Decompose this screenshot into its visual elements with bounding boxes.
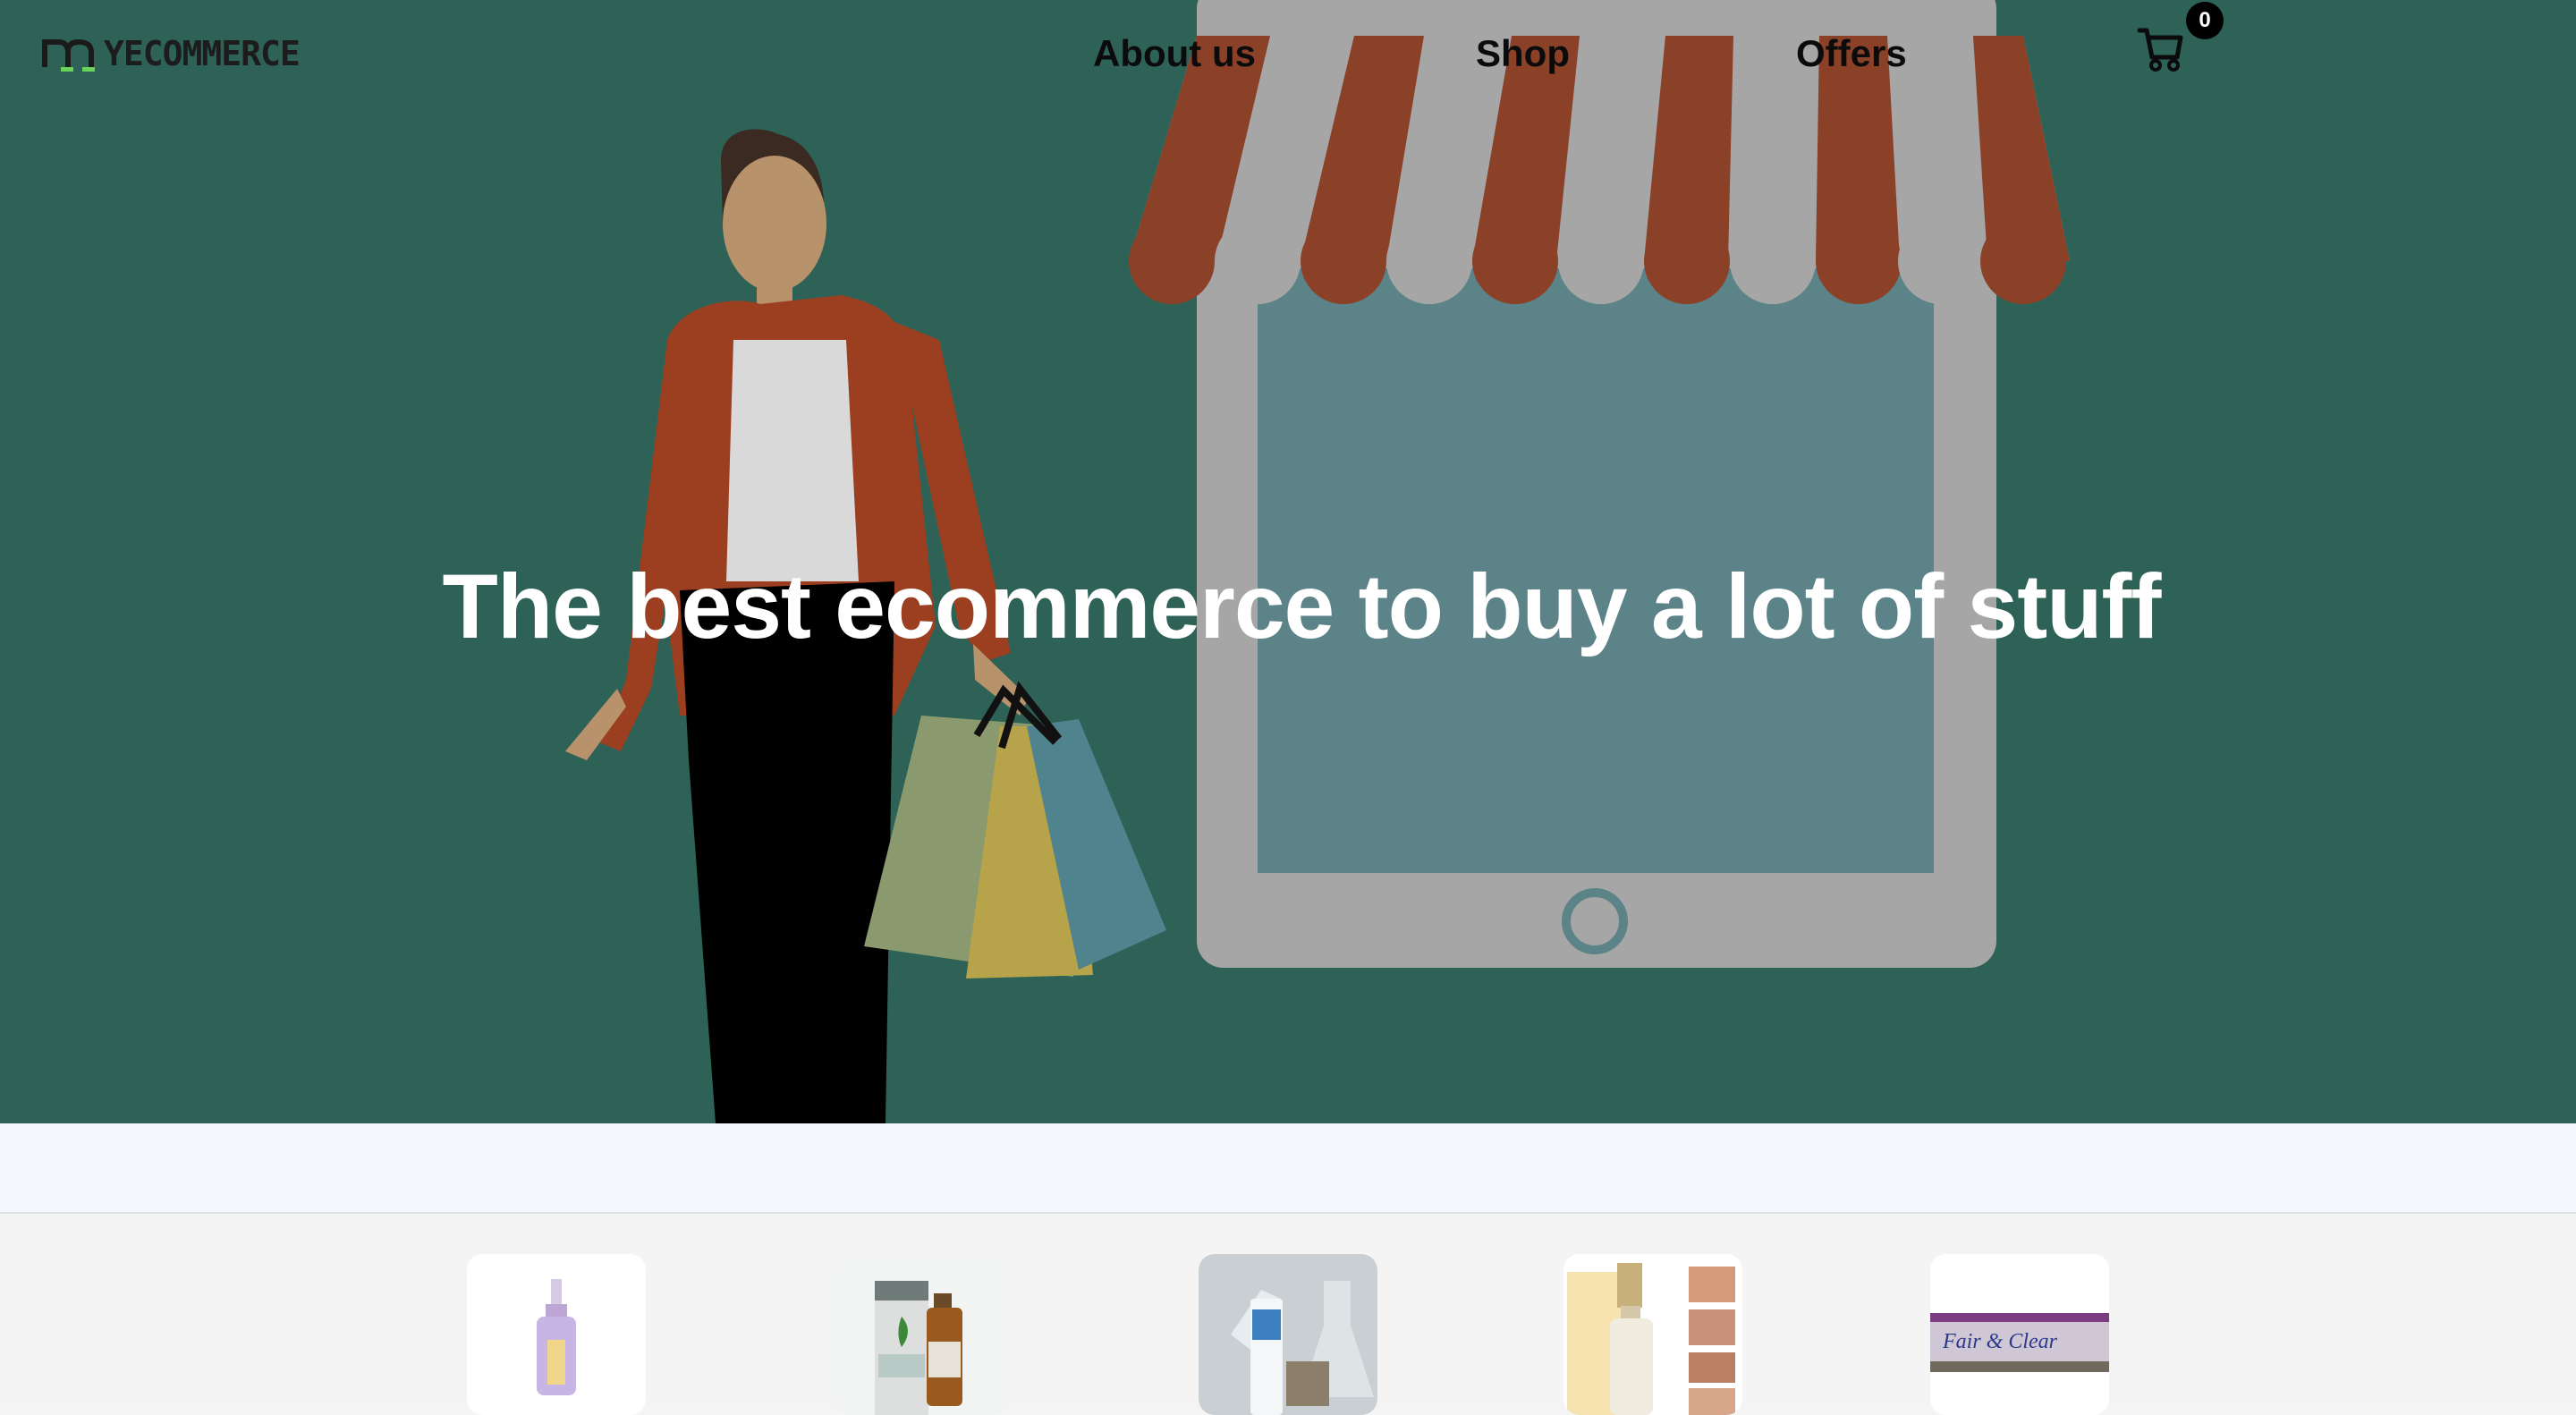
skincare-tubes-image (1199, 1254, 1377, 1415)
product-list: Fair & Clear (0, 1214, 2576, 1415)
product-card-tea-tree-oil[interactable] (832, 1254, 1011, 1415)
cart-icon (2137, 28, 2183, 72)
nav-offers[interactable]: Offers (1796, 32, 1907, 75)
hero-headline: The best ecommerce to buy a lot of stuff (442, 555, 2162, 657)
product-card-skincare[interactable] (1199, 1254, 1377, 1415)
nav-shop[interactable]: Shop (1476, 32, 1570, 75)
cart-button[interactable] (2136, 23, 2193, 80)
nav-about-us[interactable]: About us (1093, 32, 1256, 75)
cart-count-badge: 0 (2186, 2, 2224, 39)
logo-mark-icon (42, 38, 95, 72)
fair-clear-label: Fair & Clear (1942, 1330, 2058, 1353)
category-strip (0, 1123, 2576, 1214)
product-card-fair-clear[interactable]: Fair & Clear (1930, 1254, 2109, 1415)
fair-clear-cream-image: Fair & Clear (1930, 1254, 2109, 1415)
product-card-white-rice[interactable] (1563, 1254, 1742, 1415)
top-navbar: YECOMMERCE About us Shop Offers 0 (0, 0, 2576, 107)
serum-bottle-image (537, 1279, 576, 1395)
brand-name: YECOMMERCE (104, 34, 301, 73)
product-card-serum[interactable] (467, 1254, 646, 1415)
hero-banner: The best ecommerce to buy a lot of stuff (0, 0, 2576, 1123)
white-rice-serum-image (1563, 1254, 1742, 1415)
brand-logo[interactable]: YECOMMERCE (41, 32, 301, 75)
tea-tree-oil-image (832, 1254, 1011, 1415)
